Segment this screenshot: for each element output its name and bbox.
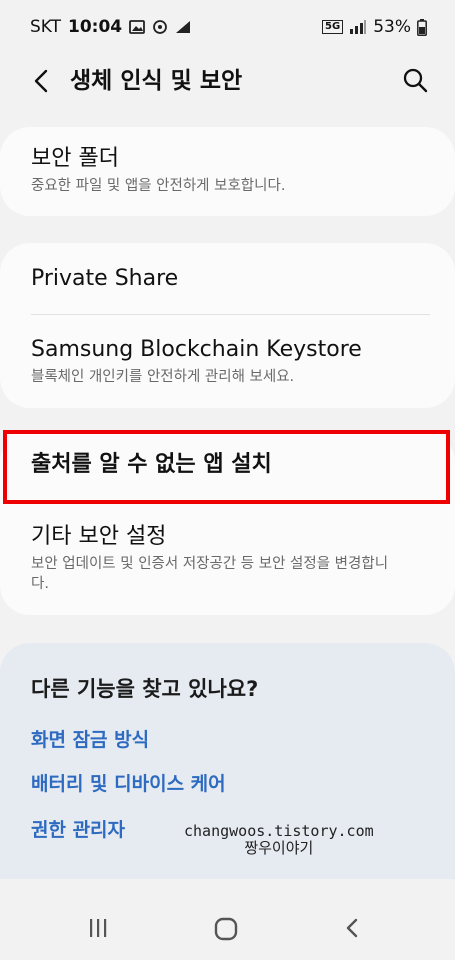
secure-folder-card: 보안 폴더 중요한 파일 및 앱을 안전하게 보호합니다. [0, 127, 455, 216]
private-share-item[interactable]: Private Share [31, 264, 435, 294]
watermark-url: changwoos.tistory.com [184, 822, 374, 840]
item-title: 출처를 알 수 없는 앱 설치 [31, 452, 272, 477]
page-title: 생체 인식 및 보안 [70, 68, 243, 94]
install-unknown-apps-item[interactable]: 출처를 알 수 없는 앱 설치 [3, 430, 450, 504]
network-label: 5G [322, 20, 344, 34]
link-permission-manager[interactable]: 권한 관리자 [31, 815, 125, 842]
battery-percent: 53% [373, 17, 411, 37]
battery-icon [417, 18, 427, 36]
cell-signal-icon [350, 20, 367, 34]
suggestions-title: 다른 기능을 찾고 있나요? [31, 677, 259, 701]
navigation-bar [0, 900, 455, 960]
item-subtitle: 블록체인 개인키를 안전하게 관리해 보세요. [31, 369, 295, 385]
other-security-settings-item[interactable]: 기타 보안 설정 보안 업데이트 및 인증서 저장공간 등 보안 설정을 변경합… [31, 522, 435, 594]
clock: 10:04 [68, 17, 123, 37]
link-battery-device-care[interactable]: 배터리 및 디바이스 케어 [31, 769, 226, 796]
status-right: 5G 53% [322, 17, 427, 37]
suggestions-panel: 다른 기능을 찾고 있나요? 화면 잠금 방식 배터리 및 디바이스 케어 권한… [0, 643, 455, 879]
signal-activity-icon [176, 21, 191, 33]
item-subtitle: 중요한 파일 및 앱을 안전하게 보호합니다. [31, 178, 286, 194]
back-icon[interactable] [28, 66, 56, 96]
watermark: changwoos.tistory.com 짱우이야기 [184, 823, 374, 857]
item-title: Private Share [31, 266, 179, 291]
tag-icon [153, 20, 168, 34]
watermark-name: 짱우이야기 [244, 839, 314, 857]
recent-apps-icon[interactable] [88, 917, 108, 939]
gallery-icon [129, 20, 146, 34]
link-screen-lock-type[interactable]: 화면 잠금 방식 [31, 725, 149, 752]
search-icon[interactable] [401, 66, 429, 94]
status-left: SKT 10:04 [30, 17, 191, 37]
item-title: 기타 보안 설정 [31, 524, 167, 549]
status-bar: SKT 10:04 5G 53% [0, 0, 455, 56]
secure-folder-item[interactable]: 보안 폴더 중요한 파일 및 앱을 안전하게 보호합니다. [31, 144, 435, 196]
divider [31, 314, 430, 315]
item-title: 보안 폴더 [31, 146, 119, 171]
home-icon[interactable] [214, 917, 238, 941]
sharing-card: Private Share Samsung Blockchain Keystor… [0, 243, 455, 408]
carrier-label: SKT [30, 17, 62, 37]
blockchain-keystore-item[interactable]: Samsung Blockchain Keystore 블록체인 개인키를 안전… [31, 335, 435, 387]
item-title: Samsung Blockchain Keystore [31, 337, 362, 362]
back-nav-icon[interactable] [344, 917, 360, 939]
app-header: 생체 인식 및 보안 [0, 56, 455, 116]
item-subtitle: 보안 업데이트 및 인증서 저장공간 등 보안 설정을 변경합니다. [31, 556, 389, 592]
